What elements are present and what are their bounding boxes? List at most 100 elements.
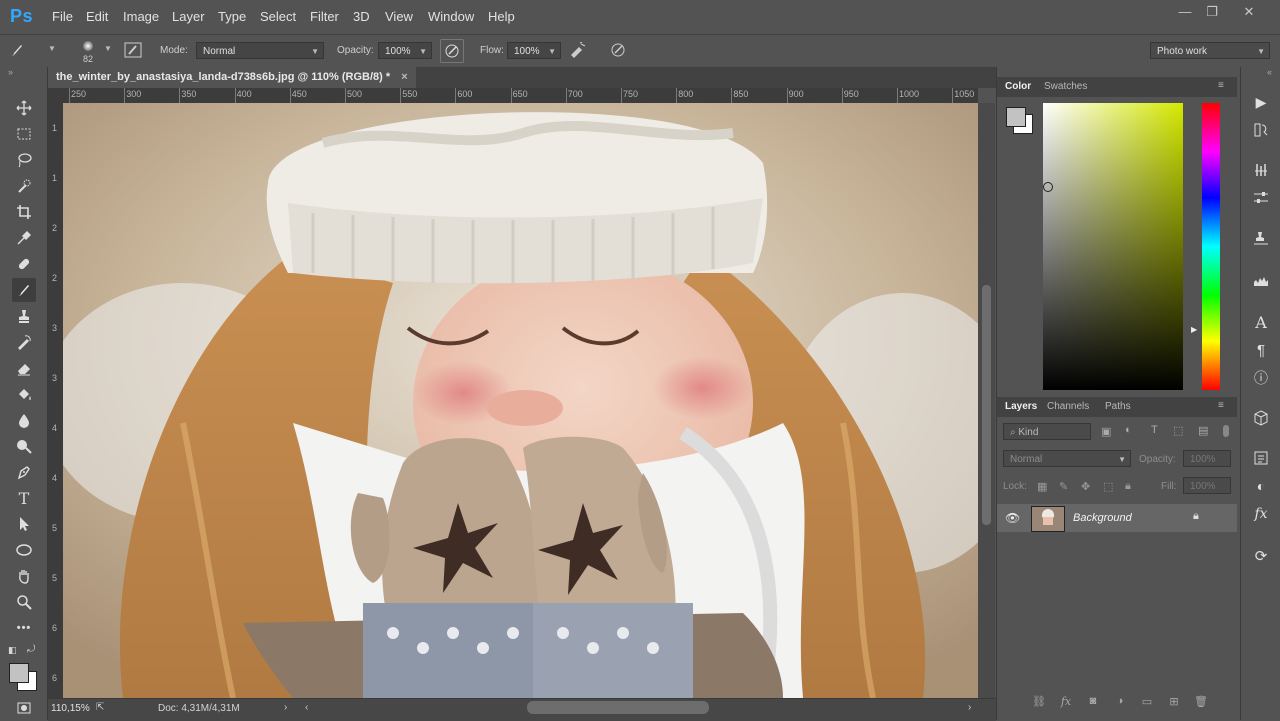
flow-field[interactable]: 100% ▼ — [507, 42, 561, 59]
new-adjustment-layer-icon[interactable]: ◑ — [1112, 693, 1128, 709]
layer-filter-kind[interactable]: ⌕ Kind — [1003, 423, 1091, 440]
photoshop-logo[interactable]: Ps — [10, 6, 33, 27]
paint-bucket-tool-icon[interactable] — [12, 382, 36, 406]
blend-mode-select[interactable]: Normal ▼ — [1003, 450, 1131, 467]
color-picker-cursor[interactable] — [1043, 182, 1053, 192]
lock-all-icon[interactable]: 🔒︎ — [1125, 480, 1131, 493]
lock-image-icon[interactable]: ✎ — [1059, 480, 1068, 493]
color-picker-field[interactable] — [1043, 103, 1183, 390]
paragraph-icon[interactable]: ¶ — [1249, 338, 1273, 362]
close-icon[interactable]: ✕ — [1234, 4, 1264, 20]
panel-menu-icon[interactable]: ≡ — [1218, 80, 1224, 91]
swap-colors-icon[interactable]: ⤾ — [27, 644, 35, 655]
menu-select[interactable]: Select — [260, 9, 296, 24]
info-icon[interactable]: ⓘ — [1249, 366, 1273, 390]
filter-smart-object-icon[interactable]: ▤ — [1198, 424, 1208, 437]
tab-paths[interactable]: Paths — [1105, 401, 1131, 412]
filter-toggle[interactable] — [1223, 425, 1229, 437]
eye-visibility-icon[interactable]: 👁︎ — [1005, 511, 1020, 525]
menu-layer[interactable]: Layer — [172, 9, 205, 24]
history-icon[interactable] — [1249, 118, 1273, 142]
color-foreground-swatch[interactable] — [1006, 107, 1026, 127]
vertical-ruler[interactable]: 1 1 2 2 3 3 4 4 5 5 6 6 — [48, 103, 63, 698]
filter-type-icon[interactable]: T — [1151, 424, 1158, 436]
more-tools-icon[interactable]: ••• — [12, 616, 36, 640]
layer-opacity-field[interactable]: 100% — [1183, 450, 1231, 467]
close-tab-icon[interactable]: × — [401, 71, 407, 83]
tab-swatches[interactable]: Swatches — [1044, 81, 1087, 92]
adjustments-sliders-icon[interactable] — [1249, 186, 1273, 210]
chevron-down-icon[interactable]: ▼ — [48, 44, 56, 53]
pressure-opacity-icon[interactable] — [440, 39, 464, 63]
default-colors-icon[interactable]: ◧ — [8, 645, 17, 656]
type-tool-icon[interactable]: T — [12, 486, 36, 510]
document-tab[interactable]: the_winter_by_anastasiya_landa-d738s6b.j… — [48, 67, 416, 88]
filter-adjustment-icon[interactable]: ◐ — [1125, 424, 1132, 436]
zoom-level[interactable]: 110,15% — [51, 703, 90, 714]
panel-menu-icon[interactable]: ≡ — [1218, 400, 1224, 411]
tab-color[interactable]: Color — [1005, 81, 1031, 92]
move-tool-icon[interactable] — [12, 96, 36, 120]
foreground-color-swatch[interactable] — [9, 663, 29, 683]
healing-brush-tool-icon[interactable] — [12, 252, 36, 276]
new-layer-icon[interactable]: ⊞ — [1166, 693, 1182, 709]
status-menu-icon[interactable]: › — [284, 702, 287, 713]
new-group-icon[interactable]: ▭ — [1139, 693, 1155, 709]
quick-selection-tool-icon[interactable] — [12, 174, 36, 198]
zoom-tool-icon[interactable] — [12, 590, 36, 614]
pen-tool-icon[interactable] — [12, 460, 36, 484]
adjustments-icon[interactable]: ◐ — [1249, 474, 1273, 498]
menu-window[interactable]: Window — [428, 9, 474, 24]
brush-preset-icon[interactable] — [6, 39, 28, 61]
document-canvas[interactable] — [63, 103, 978, 698]
dodge-tool-icon[interactable] — [12, 434, 36, 458]
fill-field[interactable]: 100% — [1183, 477, 1231, 494]
history-brush-tool-icon[interactable] — [12, 330, 36, 354]
layer-style-icon[interactable]: fx — [1058, 693, 1074, 709]
character-icon[interactable]: A — [1249, 310, 1273, 334]
tab-channels[interactable]: Channels — [1047, 401, 1089, 412]
menu-view[interactable]: View — [385, 9, 413, 24]
hue-slider-handle[interactable]: ▶ — [1191, 325, 1197, 334]
collapse-icon[interactable]: » — [8, 67, 13, 77]
blur-tool-icon[interactable] — [12, 408, 36, 432]
filter-pixel-icon[interactable]: ▣ — [1101, 425, 1111, 438]
path-selection-tool-icon[interactable] — [12, 512, 36, 536]
horizontal-scroll-thumb[interactable] — [527, 701, 709, 714]
clone-stamp-tool-icon[interactable] — [12, 304, 36, 328]
menu-file[interactable]: File — [52, 9, 73, 24]
layer-row[interactable]: 👁︎ Background 🔒︎ — [997, 504, 1237, 532]
vertical-scrollbar[interactable] — [978, 103, 995, 698]
quick-mask-icon[interactable] — [12, 696, 36, 720]
chevron-down-icon[interactable]: ▼ — [104, 44, 112, 53]
workspace-select[interactable]: Photo work ▼ — [1150, 42, 1270, 59]
ellipse-tool-icon[interactable] — [12, 538, 36, 562]
ruler-corner[interactable] — [48, 88, 63, 103]
lock-position-icon[interactable]: ✥ — [1081, 480, 1090, 493]
eraser-tool-icon[interactable] — [12, 356, 36, 380]
menu-filter[interactable]: Filter — [310, 9, 339, 24]
hue-slider[interactable] — [1202, 103, 1220, 390]
mode-select[interactable]: Normal ▼ — [196, 42, 324, 59]
scroll-left-icon[interactable]: ‹ — [305, 702, 308, 713]
menu-help[interactable]: Help — [488, 9, 515, 24]
filter-shape-icon[interactable]: ⬚ — [1173, 424, 1183, 437]
menu-type[interactable]: Type — [218, 9, 246, 24]
menu-edit[interactable]: Edit — [86, 9, 108, 24]
scroll-thumb[interactable] — [982, 285, 991, 525]
add-mask-icon[interactable]: ◙ — [1085, 693, 1101, 709]
lock-artboard-icon[interactable]: ⬚ — [1103, 480, 1113, 493]
pressure-size-icon[interactable] — [607, 39, 629, 61]
brush-settings-icon[interactable] — [1249, 158, 1273, 182]
styles-fx-icon[interactable]: fx — [1249, 502, 1273, 526]
brush-tool-icon[interactable] — [12, 278, 36, 302]
menu-3d[interactable]: 3D — [353, 9, 370, 24]
brush-panel-toggle-icon[interactable] — [122, 39, 144, 61]
menu-image[interactable]: Image — [123, 9, 159, 24]
delete-layer-icon[interactable]: 🗑︎ — [1193, 693, 1209, 709]
tab-layers[interactable]: Layers — [1005, 401, 1037, 412]
properties-icon[interactable] — [1249, 446, 1273, 470]
marquee-tool-icon[interactable] — [12, 122, 36, 146]
3d-icon[interactable] — [1249, 406, 1273, 430]
horizontal-ruler[interactable]: 250 300 350 400 450 500 550 600 650 700 750 800 850 9… — [63, 88, 978, 104]
